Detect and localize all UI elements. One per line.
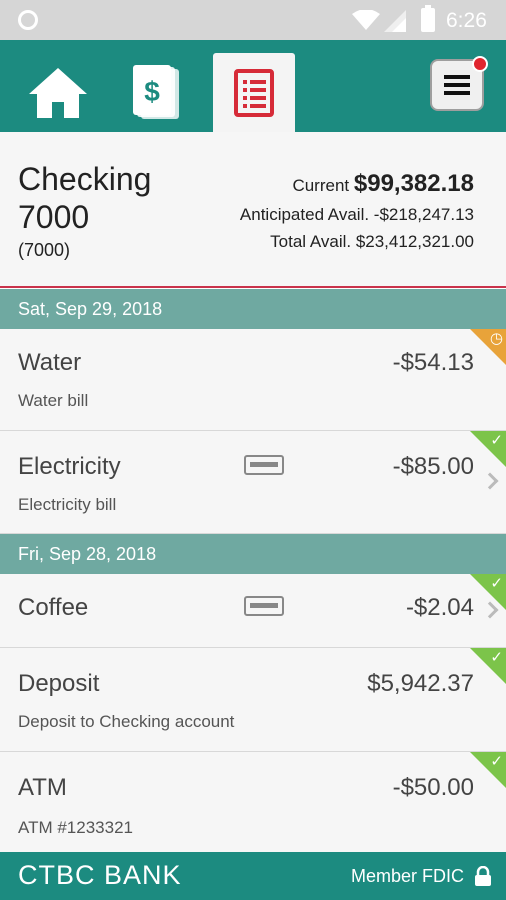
check-icon: ✓ <box>490 753 503 770</box>
status-bar: 6:26 <box>0 0 506 40</box>
transaction-amount: $5,942.37 <box>367 670 474 697</box>
transaction-name: Water <box>18 349 82 376</box>
transaction-amount: -$50.00 <box>392 774 474 801</box>
anticipated-balance: Anticipated Avail. -$218,247.13 <box>239 205 474 224</box>
transaction-row[interactable]: Coffee -$2.04 ✓ <box>0 574 506 648</box>
current-balance-value: $99,382.18 <box>353 170 474 197</box>
battery-icon <box>421 5 435 32</box>
date-header: Sat, Sep 29, 2018 <box>0 289 506 329</box>
statement-list-icon <box>234 68 274 117</box>
home-icon <box>29 67 87 118</box>
bank-logo: CTBC BANK <box>18 860 182 890</box>
wifi-icon <box>352 10 380 30</box>
account-name: Checking 7000 <box>18 161 152 235</box>
signal-icon <box>384 10 406 32</box>
tab-transfer[interactable]: $ <box>115 53 197 132</box>
card-icon <box>244 596 284 616</box>
check-icon: ✓ <box>490 432 503 449</box>
hamburger-menu-icon <box>444 75 470 95</box>
notification-badge <box>472 56 488 72</box>
clock: 6:26 <box>446 9 487 32</box>
transaction-row[interactable]: Water Water bill -$54.13 ◷ <box>0 329 506 431</box>
clock-icon: ◷ <box>489 330 503 347</box>
transaction-name: Coffee <box>18 594 89 621</box>
transaction-description: Deposit to Checking account <box>18 712 235 731</box>
lock-icon <box>475 866 491 886</box>
footer: CTBC BANK Member FDIC <box>0 852 506 900</box>
nav-bar: $ <box>0 40 506 132</box>
svg-text:$: $ <box>144 76 160 107</box>
chevron-right-icon <box>481 472 499 490</box>
check-icon: ✓ <box>490 575 503 592</box>
transaction-description: ATM #1233321 <box>18 818 133 837</box>
current-balance: Current $99,382.18 <box>292 170 474 198</box>
transaction-amount: -$85.00 <box>392 453 474 480</box>
transaction-name: ATM <box>18 774 67 801</box>
card-icon <box>244 455 284 475</box>
check-icon: ✓ <box>490 649 503 666</box>
current-balance-label: Current <box>292 176 350 195</box>
total-balance: Total Avail. $23,412,321.00 <box>270 232 474 251</box>
tab-home[interactable] <box>17 53 99 132</box>
account-summary: Checking 7000 (7000) Current $99,382.18 … <box>0 132 506 288</box>
transaction-description: Water bill <box>18 391 89 410</box>
date-header: Fri, Sep 28, 2018 <box>0 534 506 574</box>
member-fdic-label: Member FDIC <box>350 866 464 886</box>
transaction-description: Electricity bill <box>18 495 117 514</box>
transaction-row[interactable]: Deposit Deposit to Checking account $5,9… <box>0 648 506 752</box>
tab-statements[interactable] <box>213 53 295 132</box>
account-number: (7000) <box>18 240 71 260</box>
transaction-name: Deposit <box>18 670 100 697</box>
transaction-row[interactable]: ATM ATM #1233321 -$50.00 ✓ <box>0 752 506 852</box>
transaction-row[interactable]: Electricity Electricity bill -$85.00 ✓ <box>0 431 506 534</box>
dollar-document-icon: $ <box>133 64 179 119</box>
transaction-amount: -$2.04 <box>405 594 474 621</box>
transaction-name: Electricity <box>18 453 121 480</box>
transaction-amount: -$54.13 <box>392 349 474 376</box>
notification-circle-icon <box>18 10 38 30</box>
